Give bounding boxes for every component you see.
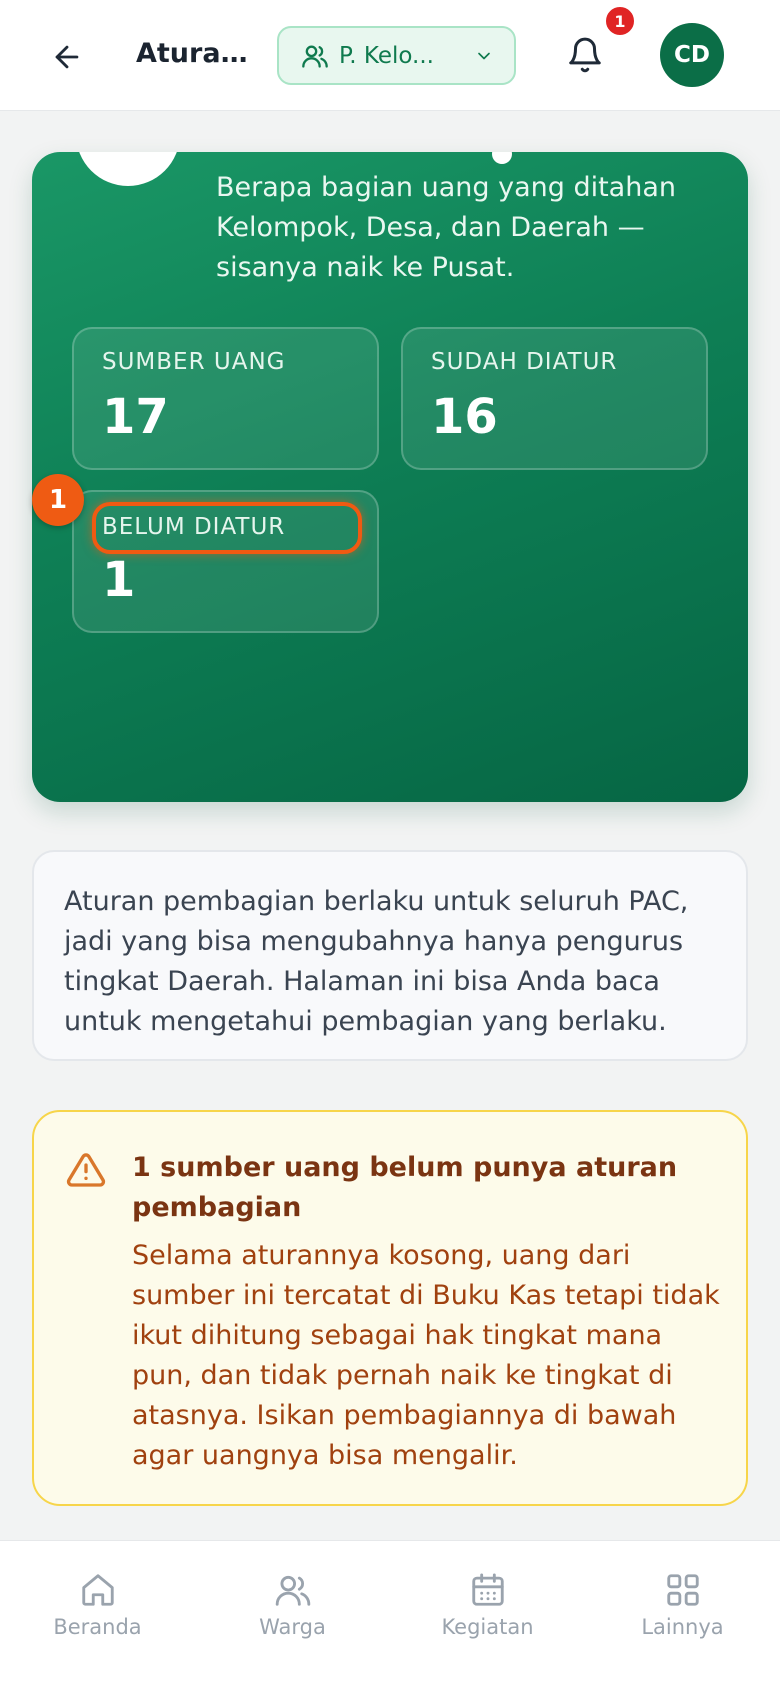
stat-value: 17 (102, 389, 169, 445)
hero-description: Berapa bagian uang yang ditahan Kelompok… (216, 172, 677, 283)
grid-icon (666, 1574, 699, 1606)
home-icon (81, 1574, 114, 1606)
bottom-nav: Beranda Warga Kegiatan Lainnya (0, 1540, 780, 1688)
stat-value: 16 (431, 389, 498, 445)
hero-decoration-circle (76, 152, 180, 186)
stat-label: BELUM DIATUR (102, 514, 286, 540)
stat-sumber-uang: SUMBER UANG 17 (72, 327, 379, 470)
group-selector-label: P. Kelo... (339, 42, 434, 69)
hero-decoration-dot (492, 152, 512, 164)
notification-count-badge: 1 (604, 5, 636, 37)
info-card: Aturan pembagian berlaku untuk seluruh P… (32, 850, 748, 1061)
stat-sudah-diatur: SUDAH DIATUR 16 (401, 327, 708, 470)
stat-label: SUDAH DIATUR (431, 349, 618, 375)
stat-belum-diatur[interactable]: BELUM DIATUR 1 (72, 490, 379, 633)
nav-item-lainnya[interactable]: Lainnya (585, 1541, 780, 1688)
arrow-left-icon (55, 45, 79, 69)
nav-label: Beranda (53, 1615, 142, 1639)
stat-value: 1 (102, 552, 136, 608)
top-bar: Aturan ... P. Kelo... 1 CD (0, 0, 780, 111)
info-text: Aturan pembagian berlaku untuk seluruh P… (64, 886, 689, 1037)
warning-body: Selama aturannya kosong, uang dari sumbe… (132, 1240, 720, 1471)
bell-icon (569, 37, 601, 73)
group-selector[interactable]: P. Kelo... (277, 26, 516, 85)
page-title: Aturan ... (136, 38, 258, 69)
warning-triangle-icon (66, 1153, 106, 1187)
users-icon (302, 45, 328, 68)
calendar-icon (471, 1573, 504, 1606)
nav-item-beranda[interactable]: Beranda (0, 1541, 195, 1688)
nav-label: Lainnya (641, 1615, 724, 1639)
nav-item-warga[interactable]: Warga (195, 1541, 390, 1688)
stat-label: SUMBER UANG (102, 349, 286, 375)
warning-title: 1 sumber uang belum punya aturan pembagi… (132, 1152, 678, 1223)
nav-label: Kegiatan (441, 1615, 534, 1639)
nav-item-kegiatan[interactable]: Kegiatan (390, 1541, 585, 1688)
warning-card: 1 sumber uang belum punya aturan pembagi… (32, 1110, 748, 1506)
notifications-button[interactable] (562, 32, 608, 78)
avatar[interactable]: CD (660, 23, 724, 87)
tour-step-badge[interactable]: 1 (32, 474, 84, 526)
users-icon (275, 1575, 310, 1606)
chevron-down-icon (478, 52, 490, 59)
hero-card: Berapa bagian uang yang ditahan Kelompok… (32, 152, 748, 802)
back-button[interactable] (44, 34, 90, 80)
nav-label: Warga (259, 1615, 326, 1639)
